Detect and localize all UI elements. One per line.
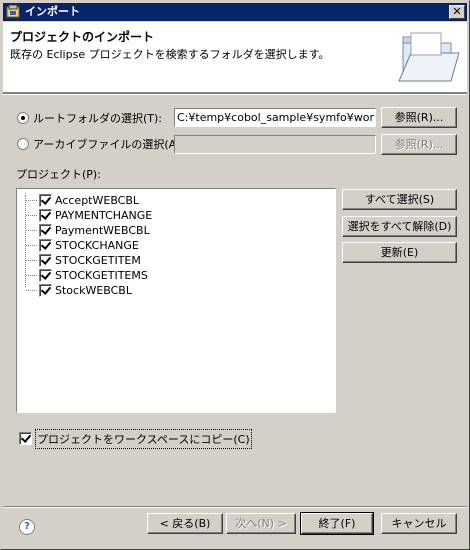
root-folder-label: ルートフォルダの選択(T): [33,112,163,125]
cancel-button[interactable]: キャンセル [381,513,457,534]
tree-branch-line [26,215,37,216]
finish-button[interactable]: 終了(F) [300,512,374,535]
project-checkbox[interactable] [39,253,52,267]
projects-label: プロジェクト(P): [16,168,101,181]
tree-branch-line [26,260,37,261]
project-checkbox[interactable] [39,193,52,207]
tree-branch-line [26,230,37,231]
close-button[interactable]: ✕ [449,5,465,19]
project-checkbox[interactable] [39,238,52,252]
import-dialog: インポート ✕ プロジェクトのインポート 既存の Eclipse プロジェクトを… [0,0,470,550]
deselect-all-button[interactable]: 選択をすべて解除(D) [342,216,457,237]
eclipse-app-icon [6,4,20,18]
project-name: STOCKCHANGE [55,238,139,252]
open-folder-icon [398,32,460,82]
project-name: STOCKGETITEM [55,253,141,267]
tree-branch-line [26,275,37,276]
project-name: AcceptWEBCBL [55,193,140,207]
copy-to-workspace-checkbox[interactable] [19,432,32,445]
projects-list[interactable]: AcceptWEBCBL PAYMENTCHANGE PaymentWEBCBL ST… [16,188,336,413]
root-folder-browse-button[interactable]: 参照(R)... [381,107,457,128]
project-item[interactable]: STOCKCHANGE [26,238,139,253]
archive-file-radio[interactable] [17,138,29,150]
root-folder-input[interactable]: C:¥temp¥cobol_sample¥symfo¥workspa [174,108,376,127]
tree-branch-line [26,200,37,201]
archive-file-input[interactable] [174,135,376,154]
root-folder-radio[interactable] [17,112,29,124]
title-bar[interactable]: インポート ✕ [3,3,467,21]
project-name: PaymentWEBCBL [55,223,150,237]
header-separator [3,93,467,95]
page-title: プロジェクトのインポート [10,30,155,44]
next-button[interactable]: 次へ(N) > [226,513,296,534]
project-name: PAYMENTCHANGE [55,208,153,222]
project-checkbox[interactable] [39,268,52,282]
project-checkbox[interactable] [39,283,52,297]
footer-separator [3,506,467,508]
archive-file-browse-button[interactable]: 参照(R)... [381,134,457,155]
project-item[interactable]: PaymentWEBCBL [26,223,150,238]
tree-branch-line [26,290,37,291]
wizard-header: プロジェクトのインポート 既存の Eclipse プロジェクトを検索するフォルダ… [3,22,467,93]
window-title: インポート [25,5,80,18]
back-button[interactable]: < 戻る(B) [147,513,223,534]
help-icon[interactable]: ? [19,519,35,535]
project-name: STOCKGETITEMS [55,268,148,282]
tree-branch-line [26,245,37,246]
project-item[interactable]: AcceptWEBCBL [26,193,140,208]
project-item[interactable]: StockWEBCBL [26,283,132,298]
archive-file-label: アーカイブファイルの選択(A): [33,138,185,151]
page-description: 既存の Eclipse プロジェクトを検索するフォルダを選択します。 [10,48,330,61]
project-item[interactable]: STOCKGETITEM [26,253,141,268]
project-item[interactable]: PAYMENTCHANGE [26,208,153,223]
project-checkbox[interactable] [39,208,52,222]
select-all-button[interactable]: すべて選択(S) [342,189,457,210]
project-checkbox[interactable] [39,223,52,237]
tree-connector [25,195,39,287]
project-name: StockWEBCBL [55,283,132,297]
refresh-button[interactable]: 更新(E) [342,242,457,263]
project-item[interactable]: STOCKGETITEMS [26,268,148,283]
copy-to-workspace-label[interactable]: プロジェクトをワークスペースにコピー(C) [35,429,252,449]
